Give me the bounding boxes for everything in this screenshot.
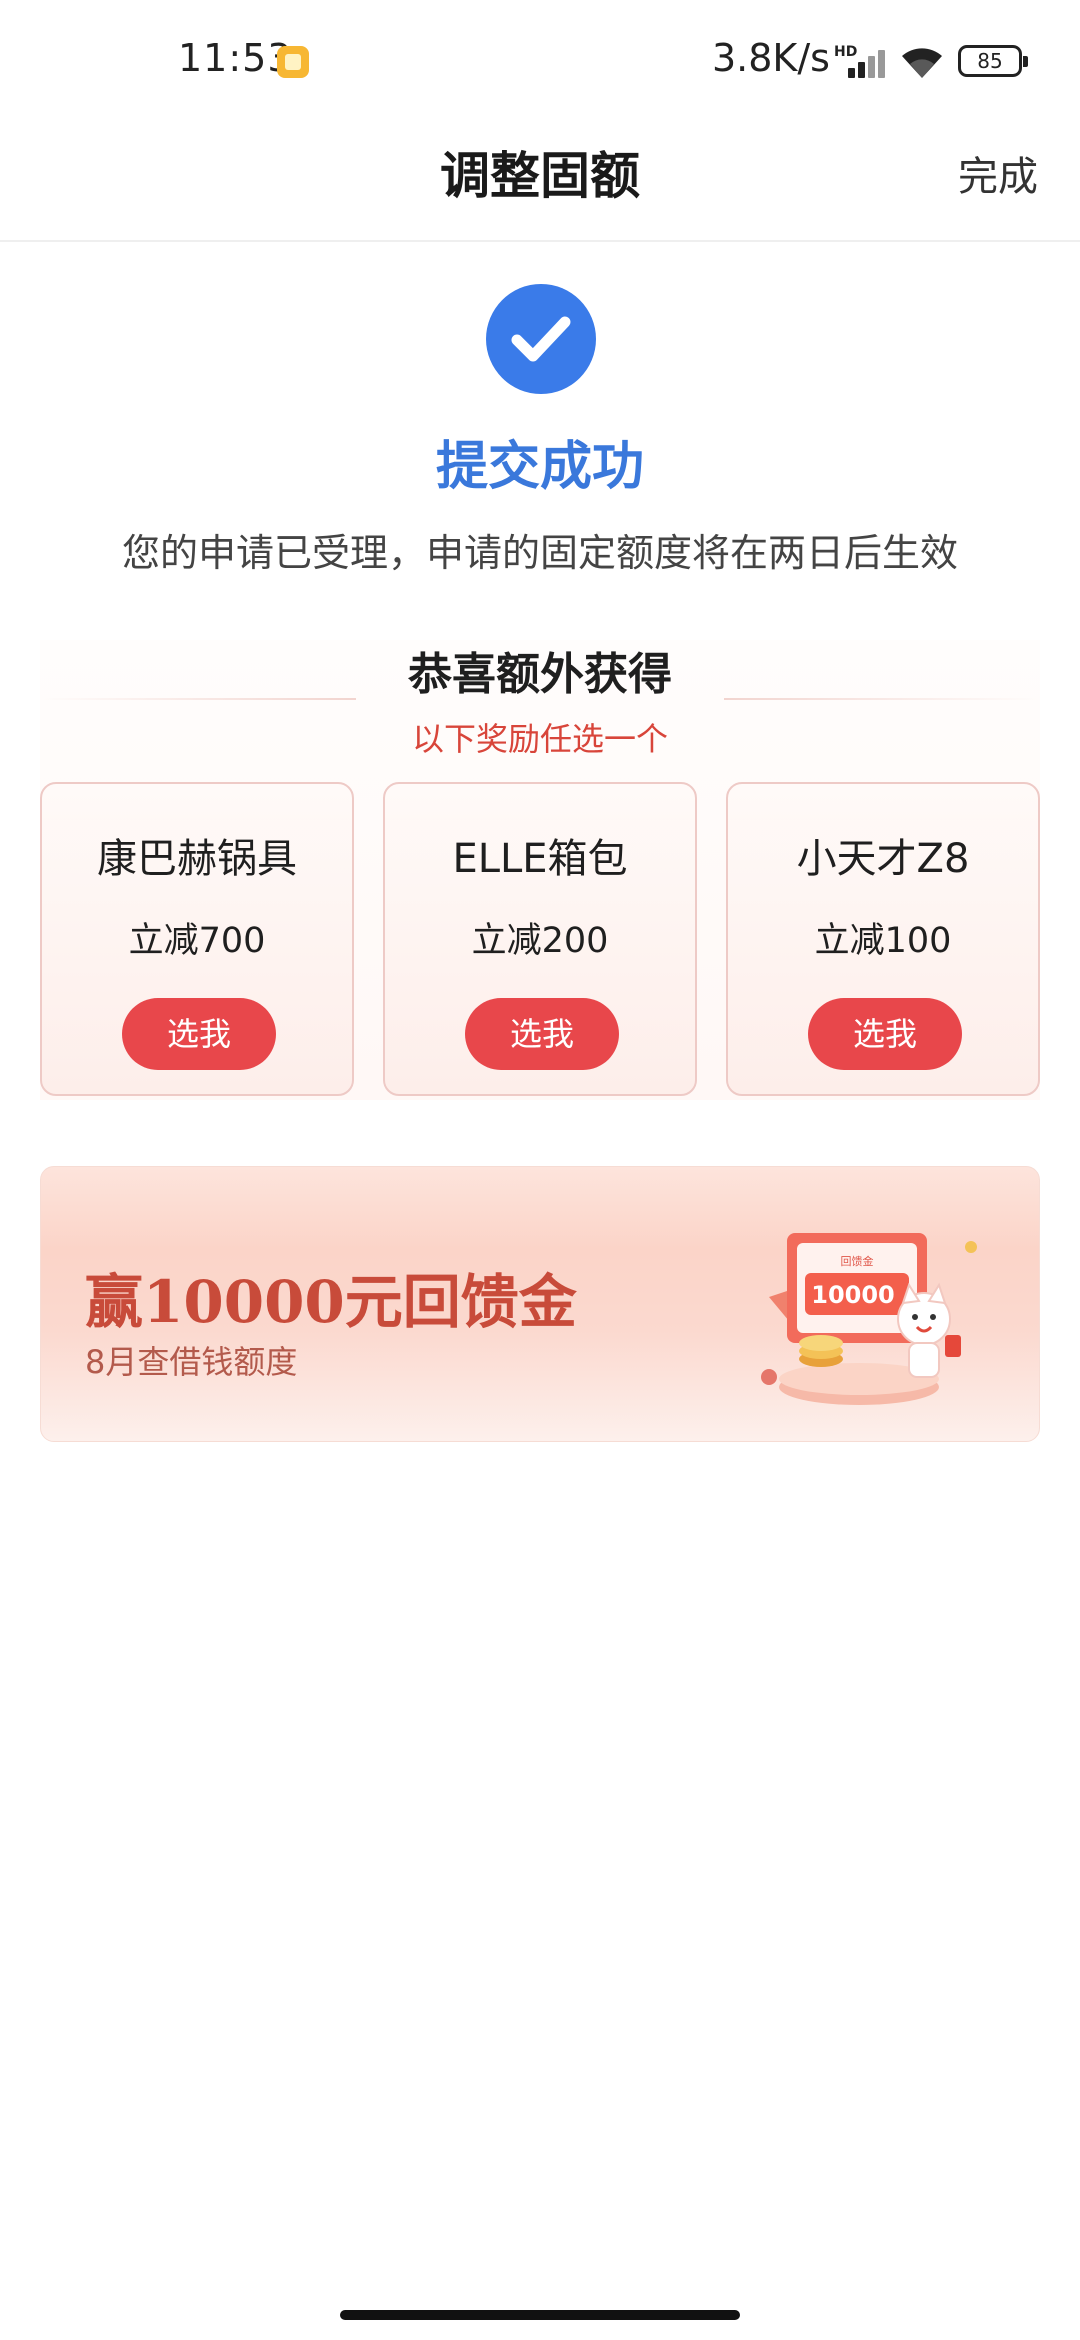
success-description: 您的申请已受理，申请的固定额度将在两日后生效 (121, 531, 958, 575)
reward-discount: 立减100 (814, 921, 952, 961)
reward-title: 恭喜额外获得 (408, 649, 672, 700)
select-reward-button[interactable]: 选我 (122, 998, 276, 1070)
reward-card: ELLE箱包 立减200 选我 (383, 782, 697, 1096)
reward-name: 小天才Z8 (796, 836, 970, 882)
ticket-amount: 10000 (811, 1281, 895, 1309)
select-reward-button[interactable]: 选我 (465, 998, 619, 1070)
nav-bar: 调整固额 完成 (0, 110, 1080, 242)
notification-app-icon (277, 46, 309, 78)
status-time: 11:53 (178, 36, 293, 80)
signal-icon (848, 48, 894, 78)
status-bar: 11:53 3.8K/s HD 85 (0, 0, 1080, 110)
reward-subtitle: 以下奖励任选一个 (411, 720, 668, 758)
wifi-icon (902, 48, 942, 78)
promo-banner[interactable]: 赢10000元回馈金 8月查借钱额度 回馈金 10000 (40, 1166, 1040, 1442)
network-speed: 3.8K/s (712, 36, 830, 80)
battery-icon: 85 (958, 45, 1028, 77)
reward-discount: 立减700 (128, 921, 266, 961)
banner-title: 赢10000元回馈金 (85, 1268, 577, 1336)
banner-subtitle: 8月查借钱额度 (85, 1343, 298, 1381)
ticket-label: 回馈金 (841, 1254, 874, 1268)
reward-discount: 立减200 (471, 921, 609, 961)
reward-card: 康巴赫锅具 立减700 选我 (40, 782, 354, 1096)
reward-name: 康巴赫锅具 (97, 836, 297, 882)
success-check-icon (486, 284, 596, 394)
reward-ticket-illustration: 回馈金 10000 (761, 1233, 977, 1405)
done-button[interactable]: 完成 (958, 144, 1038, 202)
success-title: 提交成功 (435, 437, 644, 497)
reward-name: ELLE箱包 (452, 836, 628, 882)
select-reward-button[interactable]: 选我 (808, 998, 962, 1070)
home-indicator[interactable] (340, 2310, 740, 2320)
page-title: 调整固额 (440, 147, 640, 205)
reward-card: 小天才Z8 立减100 选我 (726, 782, 1040, 1096)
